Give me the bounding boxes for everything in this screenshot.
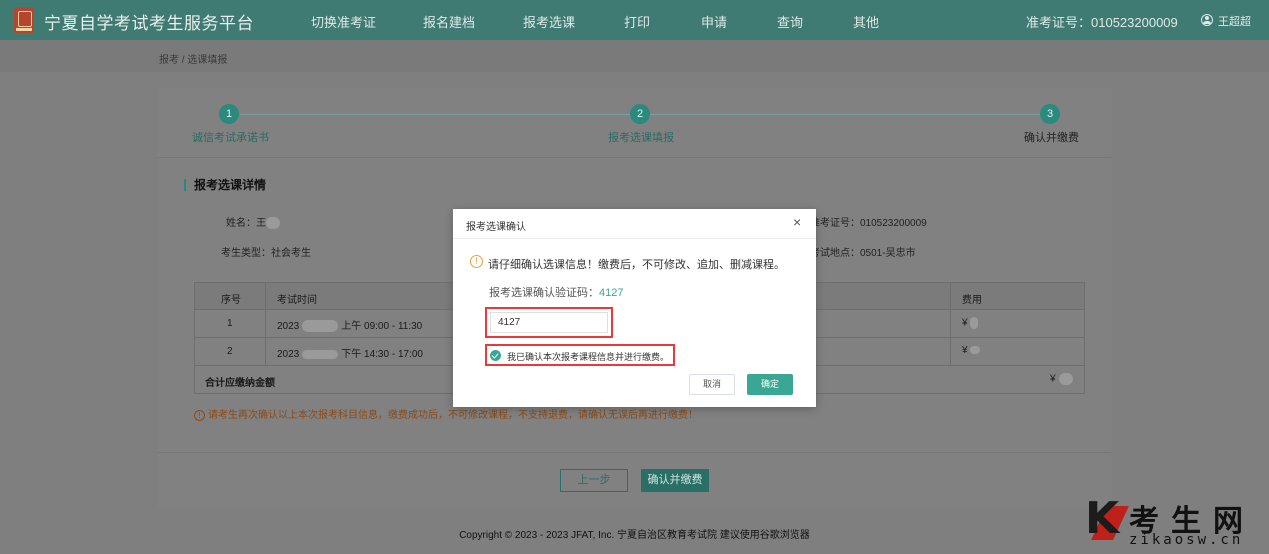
nav-other[interactable]: 其他 (853, 12, 879, 31)
dialog-warning-text: 请仔细确认选课信息！缴费后，不可修改、追加、删减课程。 (488, 259, 785, 271)
step-1-circle: 1 (219, 104, 239, 124)
warning-text: 请考生再次确认以上本次报考科目信息，缴费成功后，不可修改课程，不支持退费，请确认… (208, 410, 698, 421)
step-3-label: 确认并缴费 (1024, 132, 1079, 144)
code-label: 报考选课确认验证码： (489, 287, 599, 299)
ticket-value: 010523200009 (860, 218, 927, 229)
step-2-label: 报考选课填报 (608, 132, 674, 144)
warning-icon: ! (194, 409, 205, 421)
logo-k-letter: K (1085, 493, 1120, 544)
step-2-circle: 2 (630, 104, 650, 124)
verification-code: 4127 (599, 287, 624, 299)
checked-checkbox-icon[interactable] (490, 350, 501, 361)
warning-icon: ! (470, 255, 483, 268)
divider (158, 452, 1111, 453)
logo-icon (14, 7, 34, 33)
info-name: 姓名：王 (226, 214, 280, 230)
code-input[interactable] (490, 312, 608, 333)
code-input-highlight (485, 307, 613, 338)
confirm-dialog: 报考选课确认 × ! 请仔细确认选课信息！缴费后，不可修改、追加、删减课程。 报… (453, 209, 816, 407)
redacted-blur (302, 349, 339, 359)
cancel-button[interactable]: 取消 (689, 374, 735, 395)
nav-registration[interactable]: 报名建档 (423, 12, 475, 31)
breadcrumb-bar: 报考 / 选课填报 (0, 40, 1269, 72)
step-connector (650, 114, 1040, 115)
type-value: 社会考生 (271, 248, 311, 259)
breadcrumb: 报考 / 选课填报 (159, 55, 228, 66)
nav-query[interactable]: 查询 (777, 12, 803, 31)
fee-symbol: ¥ (962, 317, 968, 329)
info-place: 考试地点：0501-吴忠市 (810, 244, 916, 259)
close-icon[interactable]: × (793, 215, 801, 229)
dialog-divider (453, 238, 816, 239)
prev-step-button[interactable]: 上一步 (560, 469, 628, 492)
redacted-blur (302, 320, 339, 333)
time-suffix: 下午 14:30 - 17:00 (341, 349, 423, 360)
total-label: 合计应缴纳金额 (205, 378, 275, 389)
header-ticket-number: 准考证号：010523200009 (1026, 15, 1178, 30)
dialog-title: 报考选课确认 (466, 222, 526, 233)
confirm-checkbox-highlight: 我已确认本次报考课程信息并进行缴费。 (485, 344, 675, 366)
row-fee: ¥ (962, 317, 978, 329)
step-connector (240, 114, 630, 115)
checkbox-label[interactable]: 我已确认本次报考课程信息并进行缴费。 (507, 350, 669, 363)
redacted-blur (266, 217, 280, 230)
col-fee: 费用 (962, 295, 982, 306)
row-no: 1 (227, 318, 233, 329)
info-ticket: 准考证号：010523200009 (810, 214, 927, 229)
time-suffix: 上午 09:00 - 11:30 (341, 321, 423, 332)
redacted-blur (1058, 373, 1073, 385)
nav-print[interactable]: 打印 (624, 12, 650, 31)
col-no: 序号 (221, 295, 241, 306)
step-3-circle: 3 (1040, 104, 1060, 124)
name-value: 王 (256, 218, 266, 229)
user-name[interactable]: 王超超 (1218, 13, 1251, 29)
payment-warning: ! 请考生再次确认以上本次报考科目信息，缴费成功后，不可修改课程，不支持退费，请确… (194, 406, 698, 421)
user-icon[interactable] (1201, 14, 1213, 26)
confirm-pay-button[interactable]: 确认并缴费 (641, 469, 709, 492)
top-navbar: 宁夏自学考试考生服务平台 切换准考证 报名建档 报考选课 打印 申请 查询 其他… (0, 0, 1269, 40)
type-label: 考生类型： (221, 248, 271, 259)
row-fee: ¥ (962, 345, 980, 356)
site-title[interactable]: 宁夏自学考试考生服务平台 (44, 9, 254, 34)
time-prefix: 2023 (277, 349, 300, 360)
redacted-blur (969, 317, 978, 329)
row-no: 2 (227, 346, 233, 357)
col-time: 考试时间 (277, 295, 317, 306)
name-label: 姓名： (226, 218, 256, 229)
ticket-label: 准考证号： (810, 218, 860, 229)
step-1-label: 诚信考试承诺书 (192, 132, 269, 144)
total-value: ¥ (1050, 373, 1073, 385)
footer-copyright: Copyright © 2023 - 2023 JFAT, Inc. 宁夏自治区… (459, 530, 810, 541)
info-type: 考生类型：社会考生 (221, 244, 311, 259)
redacted-blur (969, 346, 980, 355)
nav-switch-ticket[interactable]: 切换准考证 (311, 12, 376, 31)
fee-symbol: ¥ (962, 345, 968, 356)
watermark-logo: K 考生网 zikaosw.cn (1085, 496, 1269, 554)
row-time: 2023 上午 09:00 - 11:30 (277, 317, 423, 333)
progress-steps: 1 诚信考试承诺书 2 报考选课填报 3 确认并缴费 (158, 88, 1111, 158)
nav-apply[interactable]: 申请 (701, 12, 727, 31)
row-time: 2023 下午 14:30 - 17:00 (277, 345, 423, 360)
section-title: 报考选课详情 (184, 179, 266, 191)
place-label: 考试地点： (810, 248, 860, 259)
verification-code-line: 报考选课确认验证码：4127 (489, 284, 623, 300)
fee-symbol: ¥ (1050, 373, 1056, 385)
nav-course-selection[interactable]: 报考选课 (523, 12, 575, 31)
time-prefix: 2023 (277, 321, 300, 332)
place-value: 0501-吴忠市 (860, 248, 916, 259)
ok-button[interactable]: 确定 (747, 374, 793, 395)
logo-en-text: zikaosw.cn (1129, 532, 1244, 548)
